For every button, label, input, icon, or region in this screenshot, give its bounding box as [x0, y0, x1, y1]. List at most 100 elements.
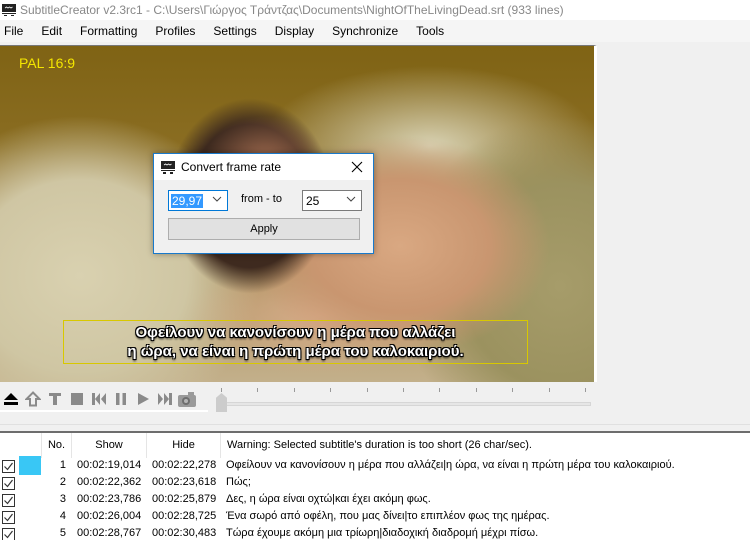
subtitle-line-1: Οφείλουν να κανονίσουν η μέρα που αλλάζε… [135, 324, 456, 341]
from-frame-rate-select[interactable]: 29,97 [168, 190, 228, 211]
pause-button[interactable] [110, 388, 132, 410]
table-row[interactable]: 5 00:02:28,767 00:02:30,483 Τώρα έχουμε … [0, 526, 750, 540]
snapshot-button[interactable] [176, 388, 198, 410]
row-show-time: 00:02:19,014 [77, 459, 142, 471]
row-hide-time: 00:02:28,725 [152, 510, 217, 522]
slider-tick [366, 388, 368, 392]
checkmark-icon [4, 513, 13, 522]
menu-profiles[interactable]: Profiles [151, 20, 203, 42]
row-hide-time: 00:02:22,278 [152, 459, 217, 471]
column-header-show[interactable]: Show [71, 433, 146, 458]
table-row[interactable]: 3 00:02:23,786 00:02:25,879 Δες, η ώρα ε… [0, 492, 750, 509]
row-show-time: 00:02:23,786 [77, 493, 142, 505]
slider-tick [548, 388, 550, 392]
transport-divider [0, 410, 208, 412]
previous-button[interactable] [88, 388, 110, 410]
text-button[interactable] [44, 388, 66, 410]
row-number: 2 [59, 476, 66, 488]
close-button[interactable] [347, 157, 367, 177]
eject-button[interactable] [0, 388, 22, 410]
slider-tick [439, 388, 441, 392]
row-number: 1 [59, 459, 66, 471]
table-row[interactable]: 2 00:02:22,362 00:02:23,618 Πώς; [0, 475, 750, 492]
row-hide-time: 00:02:25,879 [152, 493, 217, 505]
skip-forward-icon [158, 393, 172, 405]
to-frame-rate-value: 25 [306, 193, 320, 208]
table-row[interactable]: 4 00:02:26,004 00:02:28,725 Ένα σωρό από… [0, 509, 750, 526]
skip-back-icon [92, 393, 106, 405]
list-header: No. Show Hide Warning: Selected subtitle… [0, 433, 750, 458]
slider-tick [257, 388, 259, 392]
chevron-down-icon [346, 194, 356, 207]
subtitle-overlay[interactable]: Οφείλουν να κανονίσουν η μέρα που αλλάζε… [63, 320, 528, 364]
app-icon [161, 160, 175, 174]
play-button[interactable] [132, 388, 154, 410]
home-icon [25, 391, 41, 407]
close-icon [351, 161, 363, 173]
slider-tick [293, 388, 295, 392]
checkmark-icon [4, 530, 13, 539]
seek-slider-thumb[interactable] [216, 393, 227, 412]
camera-icon [178, 392, 196, 407]
slider-tick [330, 388, 332, 392]
window-title: SubtitleCreator v2.3rc1 - C:\Users\Γιώργ… [20, 3, 564, 17]
from-frame-rate-value: 29,97 [171, 193, 204, 208]
home-button[interactable] [22, 388, 44, 410]
row-show-time: 00:02:22,362 [77, 476, 142, 488]
title-bar: SubtitleCreator v2.3rc1 - C:\Users\Γιώργ… [0, 0, 750, 20]
selected-row-marker [19, 458, 41, 475]
stop-icon [71, 393, 83, 405]
dialog-title-bar[interactable]: Convert frame rate [154, 154, 373, 180]
row-number: 4 [59, 510, 66, 522]
video-format-label: PAL 16:9 [19, 55, 76, 71]
slider-tick [475, 388, 477, 392]
row-checkbox[interactable] [2, 511, 15, 524]
menu-synchronize[interactable]: Synchronize [328, 20, 406, 42]
table-row[interactable]: 1 00:02:19,014 00:02:22,278 Οφείλουν να … [0, 458, 750, 475]
dialog-title: Convert frame rate [181, 160, 282, 174]
to-frame-rate-select[interactable]: 25 [302, 190, 362, 211]
row-show-time: 00:02:26,004 [77, 510, 142, 522]
subtitle-line-2: η ώρα, να είναι η πρώτη μέρα του καλοκαι… [127, 343, 464, 360]
row-number: 5 [59, 527, 66, 539]
column-header-check[interactable] [0, 433, 41, 458]
column-header-hide[interactable]: Hide [146, 433, 220, 458]
play-icon [138, 393, 149, 405]
menu-settings[interactable]: Settings [209, 20, 264, 42]
slider-tick [403, 388, 404, 392]
menu-bar: File Edit Formatting Profiles Settings D… [0, 20, 750, 42]
row-subtitle-text: Τώρα έχουμε ακόμη μια τρίωρη|διαδοχική δ… [226, 527, 539, 539]
row-checkbox[interactable] [2, 494, 15, 507]
text-icon [49, 393, 61, 405]
column-header-no[interactable]: No. [41, 433, 71, 458]
row-hide-time: 00:02:30,483 [152, 527, 217, 539]
row-subtitle-text: Πώς; [226, 476, 251, 488]
convert-frame-rate-dialog: Convert frame rate 29,97 from - to 25 Ap… [153, 153, 374, 254]
subtitle-list: No. Show Hide Warning: Selected subtitle… [0, 433, 750, 540]
menu-display[interactable]: Display [271, 20, 322, 42]
app-icon [2, 4, 16, 16]
subtitlecreator-window: SubtitleCreator v2.3rc1 - C:\Users\Γιώργ… [0, 0, 750, 540]
seek-slider[interactable] [216, 388, 591, 413]
row-hide-time: 00:02:23,618 [152, 476, 217, 488]
stop-button[interactable] [66, 388, 88, 410]
row-checkbox[interactable] [2, 460, 15, 473]
row-subtitle-text: Δες, η ώρα είναι οχτώ|και έχει ακόμη φως… [226, 493, 431, 505]
row-checkbox[interactable] [2, 477, 15, 490]
from-to-label: from - to [241, 193, 282, 205]
menu-formatting[interactable]: Formatting [76, 20, 145, 42]
row-subtitle-text: Οφείλουν να κανονίσουν η μέρα που αλλάζε… [226, 459, 675, 471]
checkmark-icon [4, 462, 13, 471]
next-button[interactable] [154, 388, 176, 410]
slider-tick [221, 388, 222, 392]
eject-icon [4, 393, 18, 405]
menu-file[interactable]: File [0, 20, 31, 42]
pause-icon [116, 393, 126, 405]
apply-button[interactable]: Apply [168, 218, 360, 240]
warning-message: Warning: Selected subtitle's duration is… [220, 433, 750, 458]
row-subtitle-text: Ένα σωρό από οφέλη, που μας δίνει|το επι… [226, 510, 550, 522]
menu-edit[interactable]: Edit [37, 20, 70, 42]
row-checkbox[interactable] [2, 528, 15, 540]
menu-tools[interactable]: Tools [412, 20, 452, 42]
row-number: 3 [59, 493, 66, 505]
